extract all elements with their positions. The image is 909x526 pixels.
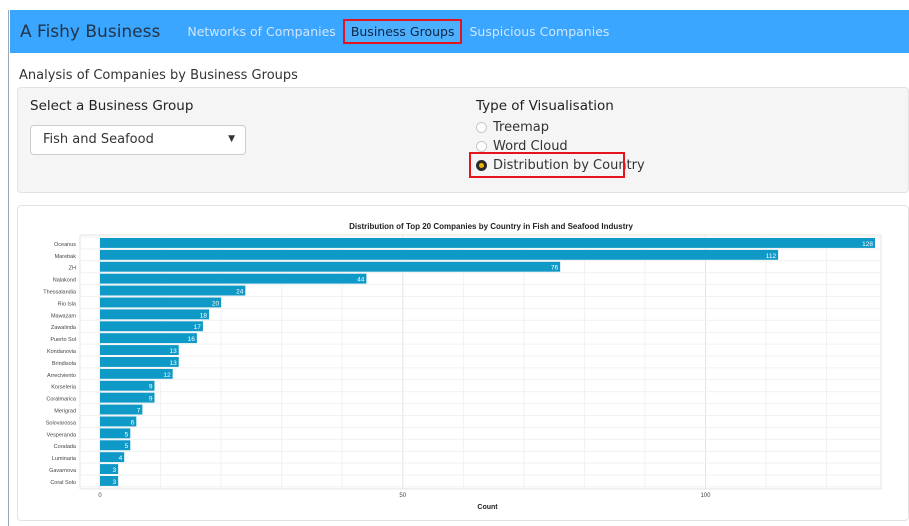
business-group-select-value: Fish and Seafood [43, 132, 154, 147]
category-label: Arreciviento [47, 373, 76, 379]
bar [100, 333, 197, 344]
highlight-box [469, 152, 625, 178]
category-label: Nalakond [53, 278, 76, 284]
bar-value-label: 13 [169, 360, 177, 367]
bar-value-label: 12 [163, 372, 171, 379]
category-label: Gavarnova [49, 468, 77, 474]
bar [100, 261, 561, 272]
bar [100, 249, 779, 260]
bar-value-label: 7 [137, 408, 141, 415]
bar-value-label: 44 [357, 277, 365, 284]
navbar: A Fishy Business Networks of Companies B… [10, 10, 909, 53]
bar-value-label: 5 [125, 431, 129, 438]
bar-value-label: 6 [131, 419, 135, 426]
tab-business-groups[interactable]: Business Groups [342, 19, 463, 44]
bar-value-label: 13 [169, 348, 177, 355]
tab-suspicious-companies[interactable]: Suspicious Companies [466, 20, 612, 43]
bar-value-label: 24 [236, 289, 244, 296]
business-group-label: Select a Business Group [30, 98, 194, 114]
bar-value-label: 112 [766, 253, 777, 260]
visualisation-type-label: Type of Visualisation [476, 98, 614, 114]
bar [100, 238, 875, 248]
bar-value-label: 16 [188, 336, 196, 343]
bar [100, 392, 155, 403]
bar-value-label: 3 [113, 467, 117, 474]
bar [100, 380, 155, 391]
bar-value-label: 4 [119, 455, 123, 462]
tab-networks-of-companies[interactable]: Networks of Companies [184, 20, 338, 43]
category-label: Merigrad [54, 409, 76, 415]
chart-panel: Distribution of Top 20 Companies by Coun… [17, 205, 909, 521]
category-label: Oceanus [54, 242, 76, 248]
bar [100, 345, 179, 355]
x-tick-label: 100 [700, 493, 711, 499]
x-tick-label: 0 [98, 493, 102, 499]
category-label: Coral Solo [50, 480, 76, 486]
bar-value-label: 3 [113, 479, 117, 486]
category-label: Coralmarica [46, 397, 77, 403]
category-label: Luminaria [52, 456, 77, 462]
bar-value-label: 20 [212, 300, 220, 307]
category-label: Marebak [55, 254, 77, 260]
bar [100, 309, 209, 320]
category-label: Vesperanda [47, 432, 77, 438]
bar-value-label: 76 [551, 265, 559, 272]
category-label: Kondanovia [47, 349, 77, 355]
page-subtitle: Analysis of Companies by Business Groups [19, 68, 298, 83]
category-label: Brindisola [52, 361, 77, 367]
category-label: ZH [69, 266, 76, 272]
bar [100, 285, 246, 296]
bar [100, 321, 203, 332]
radio-button[interactable] [476, 141, 487, 152]
category-label: Solovarossa [46, 420, 77, 426]
bar-value-label: 5 [125, 443, 129, 450]
category-label: Thessalandia [43, 290, 77, 296]
bar [100, 297, 222, 308]
radio-treemap-label: Treemap [493, 120, 549, 135]
category-label: Rio Isla [58, 301, 77, 307]
bar-value-label: 18 [200, 312, 208, 319]
category-label: Mawazam [51, 313, 76, 319]
bar-value-label: 9 [149, 396, 153, 403]
x-axis-label: Count [477, 504, 498, 511]
bar-value-label: 9 [149, 384, 153, 391]
category-label: Korseleria [51, 385, 77, 391]
app-brand[interactable]: A Fishy Business [20, 22, 160, 42]
chevron-down-icon: ▼ [228, 134, 235, 144]
bar [100, 357, 179, 367]
category-label: Puerto Sol [50, 337, 76, 343]
x-tick-label: 50 [399, 493, 406, 499]
business-group-select[interactable]: Fish and Seafood ▼ [30, 125, 246, 155]
category-label: Zawalinda [51, 325, 77, 331]
category-label: Coralada [54, 444, 77, 450]
controls-panel: Select a Business Group Fish and Seafood… [17, 87, 909, 193]
bar-chart: Distribution of Top 20 Companies by Coun… [43, 222, 882, 511]
bar-value-label: 17 [194, 324, 202, 331]
chart-title: Distribution of Top 20 Companies by Coun… [349, 222, 633, 231]
radio-button[interactable] [476, 122, 487, 133]
radio-treemap[interactable]: Treemap [476, 120, 549, 135]
bar-value-label: 128 [862, 241, 873, 248]
bar [100, 273, 367, 284]
bar [100, 368, 173, 379]
page-border [8, 10, 9, 526]
